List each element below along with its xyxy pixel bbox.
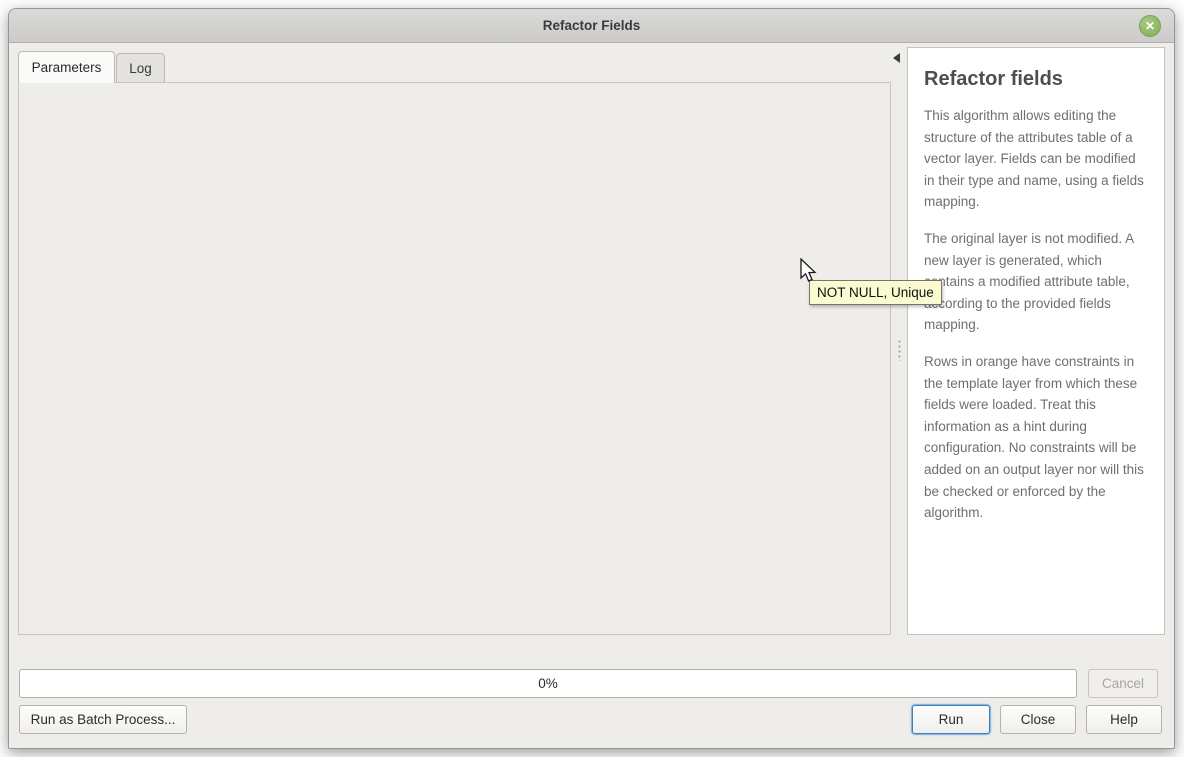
help-paragraph: Rows in orange have constraints in the t… [924, 351, 1148, 524]
panel-splitter-handle[interactable] [898, 339, 901, 361]
run-button[interactable]: Run [912, 705, 990, 734]
help-paragraph: This algorithm allows editing the struct… [924, 105, 1148, 213]
refactor-fields-dialog: Refactor Fields ✕ Parameters Log Input l… [8, 8, 1175, 749]
collapse-help-panel-icon[interactable] [893, 53, 900, 63]
close-window-icon[interactable]: ✕ [1139, 15, 1161, 37]
help-panel: Refactor fields This algorithm allows ed… [907, 47, 1165, 635]
run-as-batch-button[interactable]: Run as Batch Process... [19, 705, 187, 734]
mouse-cursor [798, 258, 818, 284]
constraint-tooltip: NOT NULL, Unique [809, 280, 942, 305]
close-button[interactable]: Close [1000, 705, 1076, 734]
parameters-pane [18, 82, 891, 635]
progress-value: 0% [538, 676, 558, 691]
cancel-button[interactable]: Cancel [1088, 669, 1158, 698]
titlebar[interactable]: Refactor Fields ✕ [9, 9, 1174, 43]
help-paragraphs: This algorithm allows editing the struct… [924, 105, 1148, 524]
tooltip-text: NOT NULL, Unique [817, 285, 934, 300]
tab-parameters-label: Parameters [32, 60, 102, 75]
window-title: Refactor Fields [543, 18, 641, 33]
help-title: Refactor fields [924, 68, 1148, 91]
tab-parameters[interactable]: Parameters [18, 51, 115, 83]
tab-log[interactable]: Log [116, 53, 165, 82]
help-button[interactable]: Help [1086, 705, 1162, 734]
tab-log-label: Log [129, 61, 152, 76]
progress-bar: 0% [19, 669, 1077, 698]
help-paragraph: The original layer is not modified. A ne… [924, 228, 1148, 336]
